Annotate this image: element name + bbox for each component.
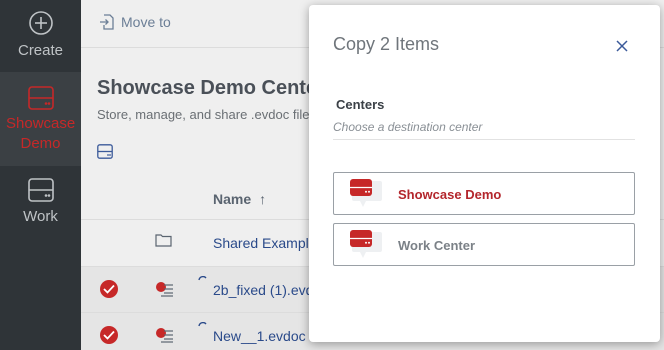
- sort-arrow-icon: ↑: [259, 191, 267, 207]
- page-subtitle: Store, manage, and share .evdoc files: [97, 107, 316, 122]
- selected-check-icon[interactable]: [100, 326, 118, 344]
- move-to-label: Move to: [121, 14, 171, 30]
- evdoc-file-icon: [156, 282, 173, 297]
- file-name-link[interactable]: New__1.evdoc: [213, 328, 306, 344]
- copy-items-dialog: Copy 2 Items Centers Choose a destinatio…: [309, 5, 660, 342]
- server-icon[interactable]: [97, 144, 113, 159]
- center-option-work-center[interactable]: Work Center: [333, 223, 635, 266]
- left-nav-rail: Create Showcase Demo Work: [0, 0, 81, 350]
- name-column-header[interactable]: Name ↑: [213, 191, 266, 207]
- name-column-label: Name: [213, 191, 252, 207]
- rail-item-create[interactable]: Create: [0, 10, 81, 70]
- destination-center-field[interactable]: Choose a destination center: [333, 120, 635, 140]
- file-name-link[interactable]: Shared Examples: [213, 235, 324, 251]
- move-to-icon: [100, 14, 114, 30]
- evdoc-file-icon: [156, 328, 173, 343]
- center-option-showcase-demo[interactable]: Showcase Demo: [333, 172, 635, 215]
- dialog-title: Copy 2 Items: [333, 34, 440, 54]
- center-option-label: Work Center: [398, 238, 476, 253]
- rail-item-label: Showcase Demo: [6, 115, 76, 152]
- server-icon: [27, 178, 54, 202]
- move-to-button[interactable]: Move to: [99, 14, 171, 30]
- loading-spinner-icon: [198, 276, 207, 281]
- close-icon[interactable]: [614, 38, 630, 54]
- rail-item-label: Work: [23, 208, 58, 225]
- page-title: Showcase Demo Center: [97, 77, 325, 99]
- selected-check-icon[interactable]: [100, 280, 118, 298]
- center-server-icon: [350, 230, 382, 258]
- rail-item-work[interactable]: Work: [0, 178, 81, 238]
- loading-spinner-icon: [198, 322, 207, 327]
- center-option-label: Showcase Demo: [398, 187, 502, 202]
- centers-label: Centers: [336, 97, 385, 112]
- center-server-icon: [350, 179, 382, 207]
- rail-item-label: Create: [17, 42, 64, 59]
- server-icon: [27, 86, 54, 110]
- folder-icon: [155, 234, 172, 247]
- rail-item-showcase-demo[interactable]: Showcase Demo: [0, 72, 81, 166]
- plus-circle-icon: [28, 11, 53, 35]
